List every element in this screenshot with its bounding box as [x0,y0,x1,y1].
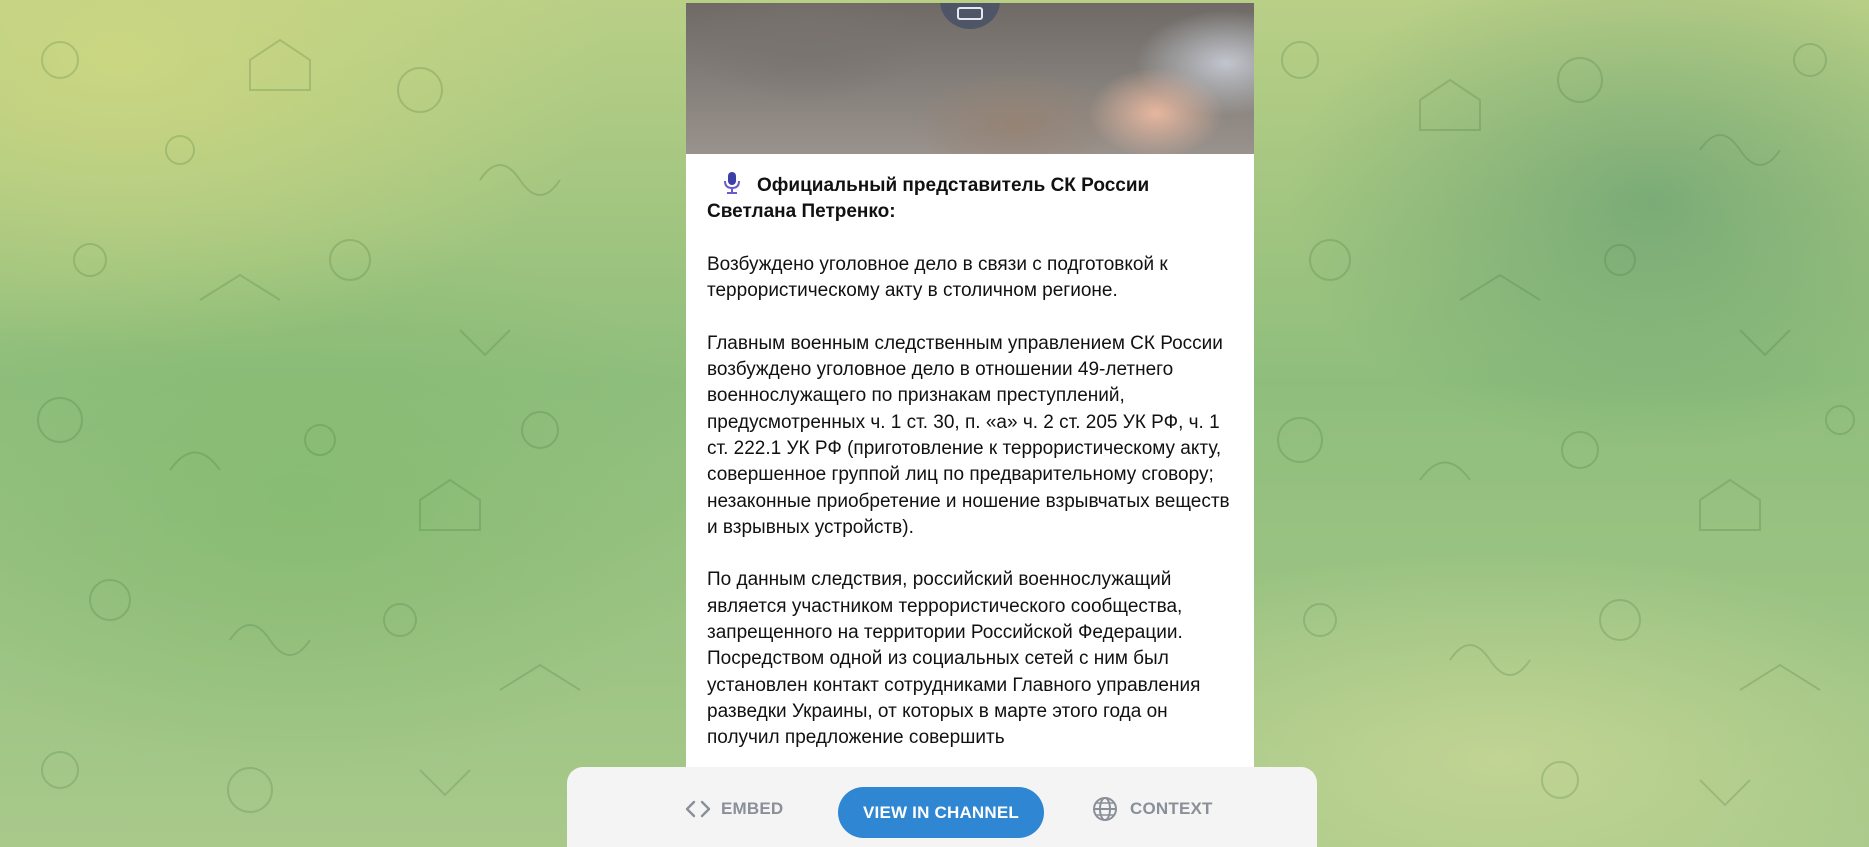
post-title-line1: Официальный представитель СК России [757,175,1150,196]
media-control-button[interactable] [940,3,1000,29]
context-label: CONTEXT [1130,799,1213,818]
post-paragraph-2: Главным военным следственным управлением… [707,332,1230,538]
post-title: Официальный представитель СК России Свет… [707,171,1237,226]
globe-icon [1093,797,1117,821]
context-button[interactable]: CONTEXT [1092,789,1213,829]
post-paragraph-3: По данным следствия, российский военносл… [707,569,1201,749]
post-text: Официальный представитель СК России Свет… [707,171,1237,778]
code-icon [685,800,711,818]
post-title-line2: Светлана Петренко: [707,201,896,223]
embed-button[interactable]: EMBED [685,789,783,829]
media-control-icon [957,7,983,20]
embed-label: EMBED [721,799,784,818]
microphone-icon [724,172,740,194]
post-media-preview[interactable] [686,3,1254,154]
embed-footer-bar: EMBED VIEW IN CHANNEL CONTEXT [567,767,1317,847]
view-in-channel-button[interactable]: VIEW IN CHANNEL [838,787,1044,838]
post-paragraph-1: Возбуждено уголовное дело в связи с подг… [707,253,1168,302]
post-card: Официальный представитель СК России Свет… [686,3,1254,847]
